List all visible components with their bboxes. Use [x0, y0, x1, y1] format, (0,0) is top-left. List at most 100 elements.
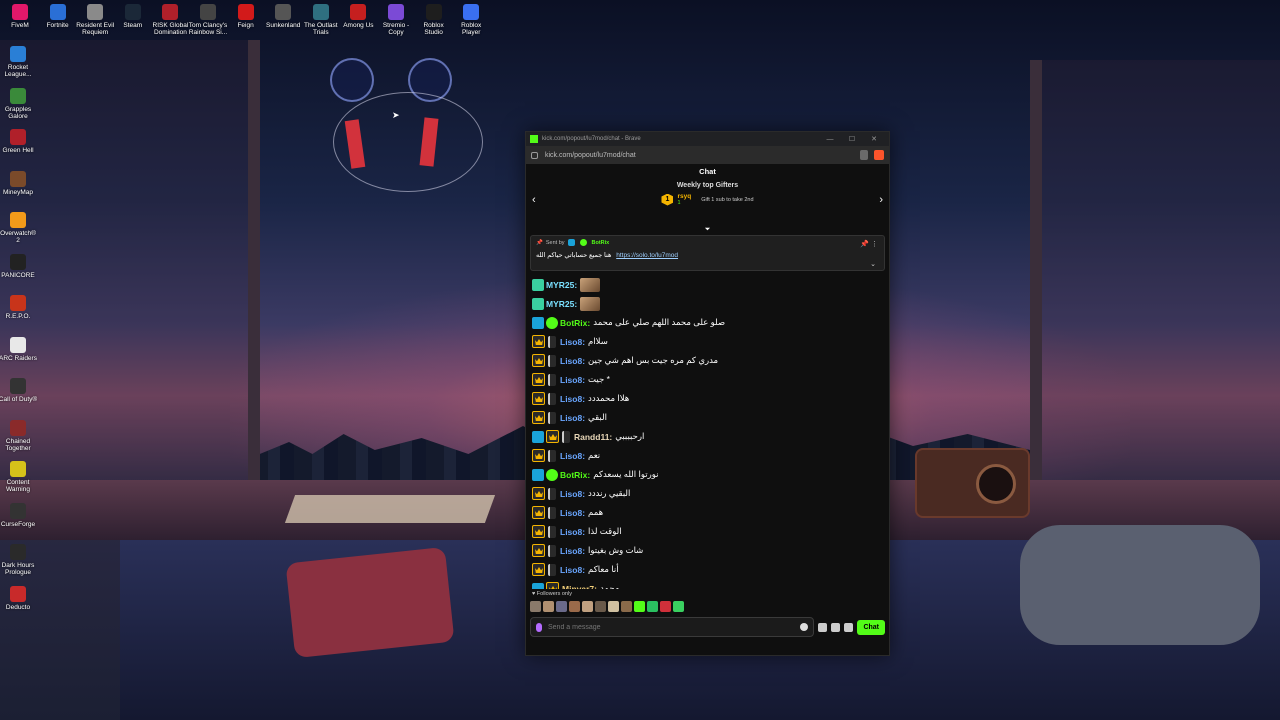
desktop-icon[interactable]: Among Us: [338, 4, 378, 29]
desktop-icon[interactable]: ARC Raiders: [0, 336, 38, 362]
emote[interactable]: [582, 601, 593, 612]
emote[interactable]: [634, 601, 645, 612]
desktop-icon[interactable]: The Outlast Trials: [301, 4, 341, 36]
chat-message[interactable]: Minyar7: محمد: [532, 579, 883, 589]
desktop-icon[interactable]: Chained Together: [0, 419, 38, 452]
emote[interactable]: [543, 601, 554, 612]
chat-username[interactable]: Liso8:: [560, 489, 585, 499]
desktop-icon[interactable]: PANICORE: [0, 253, 38, 279]
desktop-icon[interactable]: Roblox Studio: [414, 4, 454, 36]
chat-username[interactable]: Liso8:: [560, 508, 585, 518]
desktop-icon[interactable]: MineyMap: [0, 170, 38, 196]
desktop-icon[interactable]: Fortnite: [38, 4, 78, 29]
link-icon[interactable]: [818, 622, 828, 632]
chat-username[interactable]: MYR25:: [546, 299, 577, 309]
minimize-button[interactable]: —: [819, 136, 841, 143]
gear-icon[interactable]: [844, 622, 854, 632]
emoji-icon[interactable]: [800, 623, 809, 631]
chat-username[interactable]: BotRix:: [560, 470, 590, 480]
emote[interactable]: [660, 601, 671, 612]
chat-username[interactable]: Liso8:: [560, 527, 585, 537]
chat-username[interactable]: BotRix:: [560, 318, 590, 328]
pinned-sender[interactable]: BotRix: [592, 240, 610, 246]
emote[interactable]: [673, 601, 684, 612]
site-info-icon[interactable]: [531, 151, 538, 159]
emote[interactable]: [556, 601, 567, 612]
desktop-icon[interactable]: Roblox Player: [451, 4, 491, 36]
desktop-icon[interactable]: Steam: [113, 4, 153, 29]
microphone-icon[interactable]: [536, 622, 542, 632]
desktop-icon[interactable]: Content Warning: [0, 461, 38, 493]
chat-username[interactable]: Liso8:: [560, 394, 585, 404]
brave-rewards-icon[interactable]: [874, 150, 884, 160]
desktop-icon[interactable]: R.E.P.O.: [0, 295, 38, 320]
chat-username[interactable]: Minyar7:: [562, 584, 597, 590]
desktop-icon[interactable]: Green Hell: [0, 129, 38, 154]
chat-message[interactable]: MYR25:: [532, 294, 883, 313]
chat-message[interactable]: Liso8: البقيي رنددد: [532, 484, 883, 503]
chat-message[interactable]: Liso8: نعم: [532, 446, 883, 465]
maximize-button[interactable]: ☐: [841, 135, 863, 143]
desktop-icon[interactable]: Resident Evil Requiem: [75, 4, 115, 36]
pin-actions[interactable]: 📌 ⋮: [860, 240, 878, 248]
chat-username[interactable]: Randd11:: [574, 432, 612, 442]
emote[interactable]: [569, 601, 580, 612]
desktop-icon[interactable]: FiveM: [0, 4, 40, 29]
desktop-icon[interactable]: Sunkenland: [263, 4, 303, 29]
pinned-message[interactable]: 📌 Sent by BotRix هنا جميع حساباتي حياكم …: [530, 235, 885, 271]
chat-username[interactable]: Liso8:: [560, 546, 585, 556]
emote[interactable]: [621, 601, 632, 612]
chat-message[interactable]: Liso8: البقي: [532, 408, 883, 427]
chat-message[interactable]: Randd11: ارحببببي: [532, 427, 883, 446]
chat-username[interactable]: Liso8:: [560, 451, 585, 461]
pinned-link[interactable]: https://solo.to/lu7mod: [616, 252, 678, 259]
desktop-icon[interactable]: Deducto: [0, 585, 38, 611]
emote[interactable]: [595, 601, 606, 612]
chat-username[interactable]: Liso8:: [560, 413, 585, 423]
desktop-icon[interactable]: Rocket League...: [0, 46, 38, 78]
chat-message[interactable]: Liso8: سلاام: [532, 332, 883, 351]
desktop-icon[interactable]: Grapples Galore: [0, 87, 38, 120]
shield-icon[interactable]: [860, 150, 868, 160]
message-input[interactable]: [548, 623, 795, 631]
address-bar[interactable]: kick.com/popout/lu7mod/chat: [526, 146, 889, 164]
message-input-box[interactable]: [530, 617, 815, 637]
chat-username[interactable]: Liso8:: [560, 375, 585, 385]
send-chat-button[interactable]: Chat: [857, 619, 885, 635]
chevron-down-icon[interactable]: ⌄: [870, 260, 876, 268]
gift-icon[interactable]: [831, 622, 841, 632]
emote[interactable]: [530, 601, 541, 612]
chat-message[interactable]: Liso8: جيت *: [532, 370, 883, 389]
chat-message[interactable]: BotRix: نورتوا الله يسعدكم: [532, 465, 883, 484]
emote[interactable]: [647, 601, 658, 612]
chevron-right-icon[interactable]: ›: [879, 194, 883, 206]
chat-message[interactable]: MYR25:: [532, 275, 883, 294]
chat-message[interactable]: Liso8: هلاا محمددد: [532, 389, 883, 408]
desktop-icon[interactable]: CurseForge: [0, 502, 38, 528]
chat-message[interactable]: Liso8: همم: [532, 503, 883, 522]
desktop-icon[interactable]: Feign: [226, 4, 266, 29]
chat-message[interactable]: Liso8: مدري كم مره جيت بس اهم شي جين: [532, 351, 883, 370]
desktop-icon[interactable]: Tom Clancy's Rainbow Si...: [188, 4, 228, 36]
chat-username[interactable]: MYR25:: [546, 280, 577, 290]
desktop-icon[interactable]: RISK Global Domination: [150, 4, 190, 36]
desktop-icon[interactable]: Call of Duty®: [0, 378, 38, 403]
url-text[interactable]: kick.com/popout/lu7mod/chat: [545, 152, 860, 159]
desktop-icon[interactable]: Stremio - Copy: [376, 4, 416, 36]
chat-message[interactable]: Liso8: أنا معاكم: [532, 560, 883, 579]
chevron-left-icon[interactable]: ‹: [532, 194, 536, 206]
chat-message[interactable]: BotRix: صلو على محمد اللهم صلي على محمد: [532, 313, 883, 332]
desktop-icon[interactable]: Overwatch® 2: [0, 212, 38, 244]
chat-username[interactable]: Liso8:: [560, 565, 585, 575]
chat-message[interactable]: Liso8: شات وش بغيتوا: [532, 541, 883, 560]
desktop-icon-label: Grapples Galore: [4, 105, 32, 120]
chat-message-text: هلاا محمددد: [588, 393, 630, 403]
chat-message[interactable]: Liso8: الوقت لذا: [532, 522, 883, 541]
filter-icon[interactable]: ⏷: [526, 225, 889, 235]
close-button[interactable]: ✕: [863, 135, 885, 143]
emote[interactable]: [608, 601, 619, 612]
gifter-entry[interactable]: 1 rsyq 1 Gift 1 sub to take 2nd: [526, 193, 889, 206]
chat-username[interactable]: Liso8:: [560, 337, 585, 347]
desktop-icon[interactable]: Dark Hours Prologue: [0, 544, 38, 576]
chat-username[interactable]: Liso8:: [560, 356, 585, 366]
